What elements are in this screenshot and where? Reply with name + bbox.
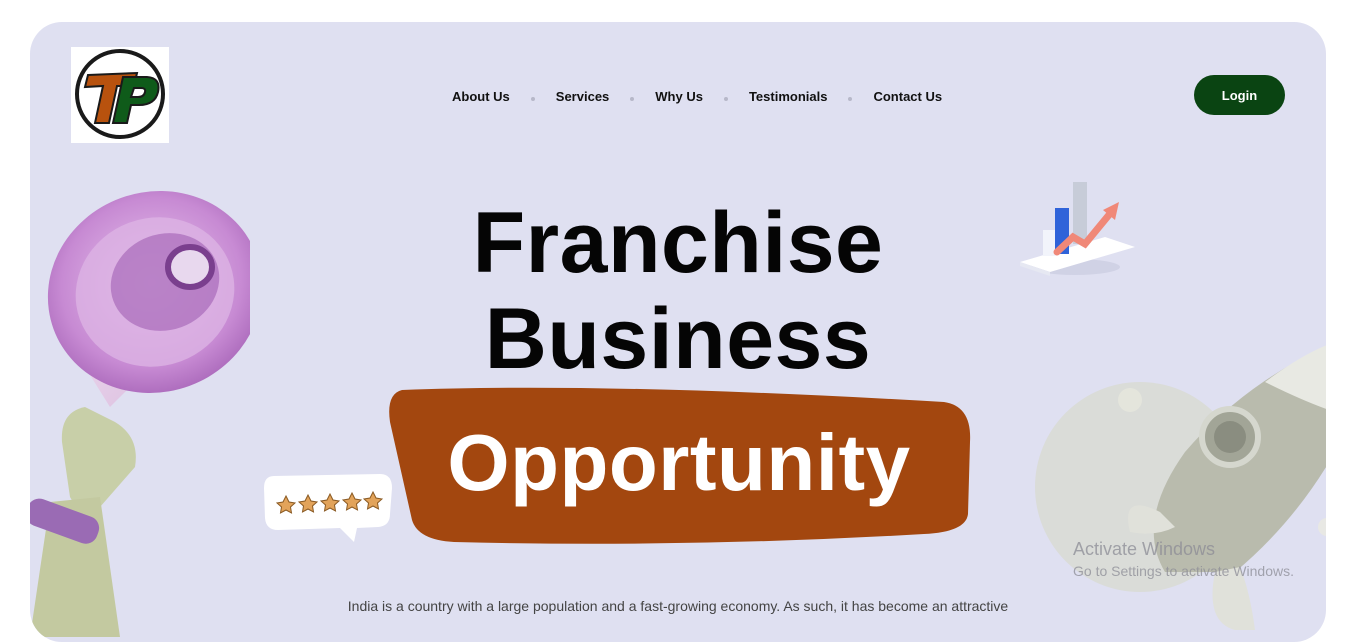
hero-section: About Us Services Why Us Testimonials Co… xyxy=(30,22,1326,642)
os-activation-watermark: Activate Windows Go to Settings to activ… xyxy=(1073,539,1294,579)
main-nav: About Us Services Why Us Testimonials Co… xyxy=(452,89,942,104)
hero-title-line1: Franchise xyxy=(472,195,884,291)
hero-highlight-text: Opportunity xyxy=(447,418,911,507)
nav-contact-us[interactable]: Contact Us xyxy=(873,89,942,104)
watermark-subtitle: Go to Settings to activate Windows. xyxy=(1073,563,1294,579)
nav-testimonials[interactable]: Testimonials xyxy=(749,89,828,104)
login-button[interactable]: Login xyxy=(1194,75,1285,115)
logo[interactable] xyxy=(71,47,169,143)
nav-separator xyxy=(630,96,635,101)
nav-separator xyxy=(723,96,728,101)
hero-description: India is a country with a large populati… xyxy=(347,598,1009,614)
watermark-title: Activate Windows xyxy=(1073,539,1216,559)
nav-separator xyxy=(848,96,853,101)
nav-services[interactable]: Services xyxy=(556,89,610,104)
tp-logo-icon xyxy=(75,49,165,139)
nav-why-us[interactable]: Why Us xyxy=(655,89,703,104)
rating-bubble xyxy=(264,474,392,542)
nav-separator xyxy=(530,96,535,101)
nav-about-us[interactable]: About Us xyxy=(452,89,510,104)
rocket-icon xyxy=(1035,345,1326,630)
highlight-block: Opportunity xyxy=(384,382,974,548)
